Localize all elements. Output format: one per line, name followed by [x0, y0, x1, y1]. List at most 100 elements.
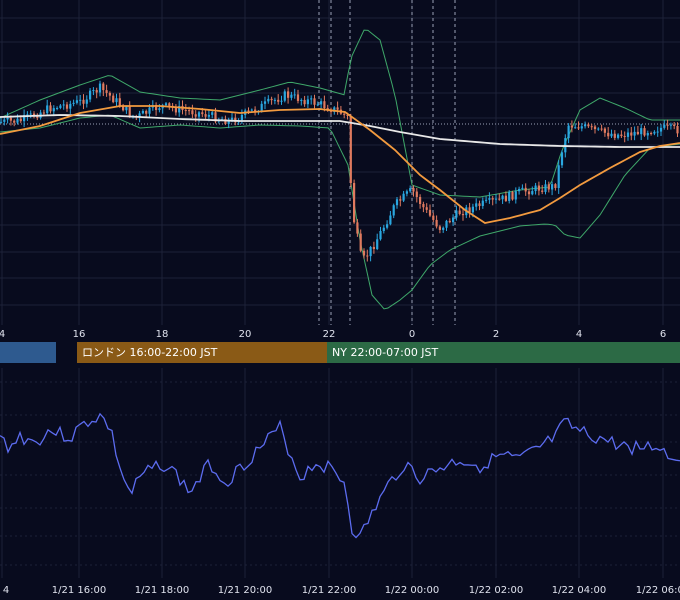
candle-bullish	[597, 128, 600, 130]
candle-bearish	[676, 125, 679, 134]
candle-bearish	[343, 113, 346, 115]
candle-bearish	[527, 191, 531, 195]
candle-bullish	[46, 105, 49, 114]
session-ny: NY 22:00-07:00 JST	[327, 342, 680, 363]
candle-bullish	[211, 112, 214, 115]
candle-bearish	[419, 197, 422, 205]
candle-bullish	[92, 90, 95, 92]
candle-bearish	[194, 114, 197, 117]
candle-bullish	[59, 105, 62, 108]
candle-bearish	[359, 233, 362, 251]
candle-bullish	[240, 114, 243, 121]
candle-bearish	[287, 91, 290, 98]
candle-bearish	[511, 191, 514, 200]
price-axis-tick-label: 0	[409, 329, 415, 340]
candle-bullish	[230, 117, 234, 120]
candle-bearish	[399, 199, 402, 201]
candle-bearish	[636, 131, 639, 135]
candle-bullish	[79, 99, 82, 101]
candle-bearish	[9, 117, 12, 121]
oscillator-chart[interactable]	[0, 368, 680, 578]
candle-bearish	[168, 103, 171, 106]
moving-average-long	[0, 114, 680, 148]
candle-bullish	[405, 191, 408, 194]
candle-bullish	[293, 94, 296, 96]
candle-bearish	[435, 219, 438, 227]
candle-bullish	[207, 114, 210, 117]
candle-bullish	[29, 113, 32, 115]
candle-bullish	[626, 132, 630, 137]
candle-bullish	[310, 98, 313, 100]
candle-bullish	[379, 230, 382, 240]
candle-bearish	[491, 198, 494, 200]
candle-bearish	[438, 226, 441, 230]
candle-bearish	[603, 128, 606, 133]
candle-bearish	[600, 128, 603, 130]
candle-bullish	[389, 215, 392, 225]
session-london: ロンドン 16:00-22:00 JST	[77, 342, 327, 363]
candle-bullish	[320, 101, 323, 105]
price-chart[interactable]	[0, 0, 680, 325]
session-ny-label: NY 22:00-07:00 JST	[332, 346, 439, 359]
candle-bearish	[623, 136, 626, 138]
candle-bearish	[432, 215, 435, 220]
candle-bearish	[587, 124, 590, 127]
candle-bullish	[494, 198, 498, 200]
price-axis-tick-label: 2	[493, 329, 499, 340]
candle-bullish	[125, 106, 128, 111]
candle-bullish	[52, 108, 55, 112]
candle-bearish	[191, 110, 194, 115]
candle-bearish	[415, 191, 418, 198]
candle-bearish	[336, 107, 339, 110]
candle-bullish	[659, 127, 663, 132]
candle-bearish	[204, 114, 207, 117]
candle-bearish	[303, 99, 306, 105]
candle-bearish	[118, 98, 121, 106]
candle-bullish	[62, 104, 65, 106]
candle-bullish	[584, 124, 587, 127]
candle-bullish	[290, 94, 293, 98]
candle-bullish	[56, 107, 59, 109]
candle-bullish	[85, 99, 88, 104]
candle-bullish	[273, 99, 276, 101]
candle-bullish	[250, 109, 253, 111]
candle-bearish	[270, 98, 273, 101]
bollinger-lower-band	[0, 114, 680, 310]
candle-bullish	[518, 188, 521, 192]
candle-bearish	[524, 187, 527, 192]
candle-bullish	[580, 126, 583, 129]
candle-bullish	[534, 185, 537, 192]
candle-bullish	[115, 98, 118, 103]
session-london-label: ロンドン 16:00-22:00 JST	[82, 346, 218, 359]
candle-bullish	[300, 99, 303, 101]
candle-bullish	[663, 124, 666, 128]
candle-bullish	[6, 117, 9, 120]
osc-axis-tick-label: 1/22 00:00	[385, 585, 439, 596]
candle-bearish	[590, 126, 593, 128]
candle-bullish	[471, 206, 474, 213]
candle-bearish	[547, 184, 550, 190]
candle-bullish	[395, 199, 399, 206]
candle-bullish	[69, 103, 72, 109]
candle-bearish	[412, 188, 415, 192]
candle-bullish	[283, 91, 286, 101]
candle-bearish	[673, 124, 676, 126]
candle-bullish	[544, 184, 547, 192]
candle-bearish	[128, 106, 131, 117]
candle-bearish	[428, 209, 432, 216]
price-axis-tick-label: 20	[239, 329, 252, 340]
candle-bearish	[201, 112, 204, 115]
candle-bearish	[372, 246, 375, 250]
candle-bullish	[656, 131, 659, 133]
candle-bearish	[102, 83, 105, 91]
candle-bullish	[89, 90, 92, 100]
candle-bearish	[613, 133, 616, 138]
candle-bullish	[263, 101, 267, 104]
candle-bullish	[409, 188, 412, 192]
candle-bullish	[98, 83, 102, 93]
osc-axis-tick-label: 1/22 02:00	[469, 585, 523, 596]
candle-bullish	[197, 112, 201, 117]
price-axis-tick-label: 16	[73, 329, 86, 340]
candle-bullish	[455, 210, 458, 218]
candle-bearish	[570, 125, 573, 128]
